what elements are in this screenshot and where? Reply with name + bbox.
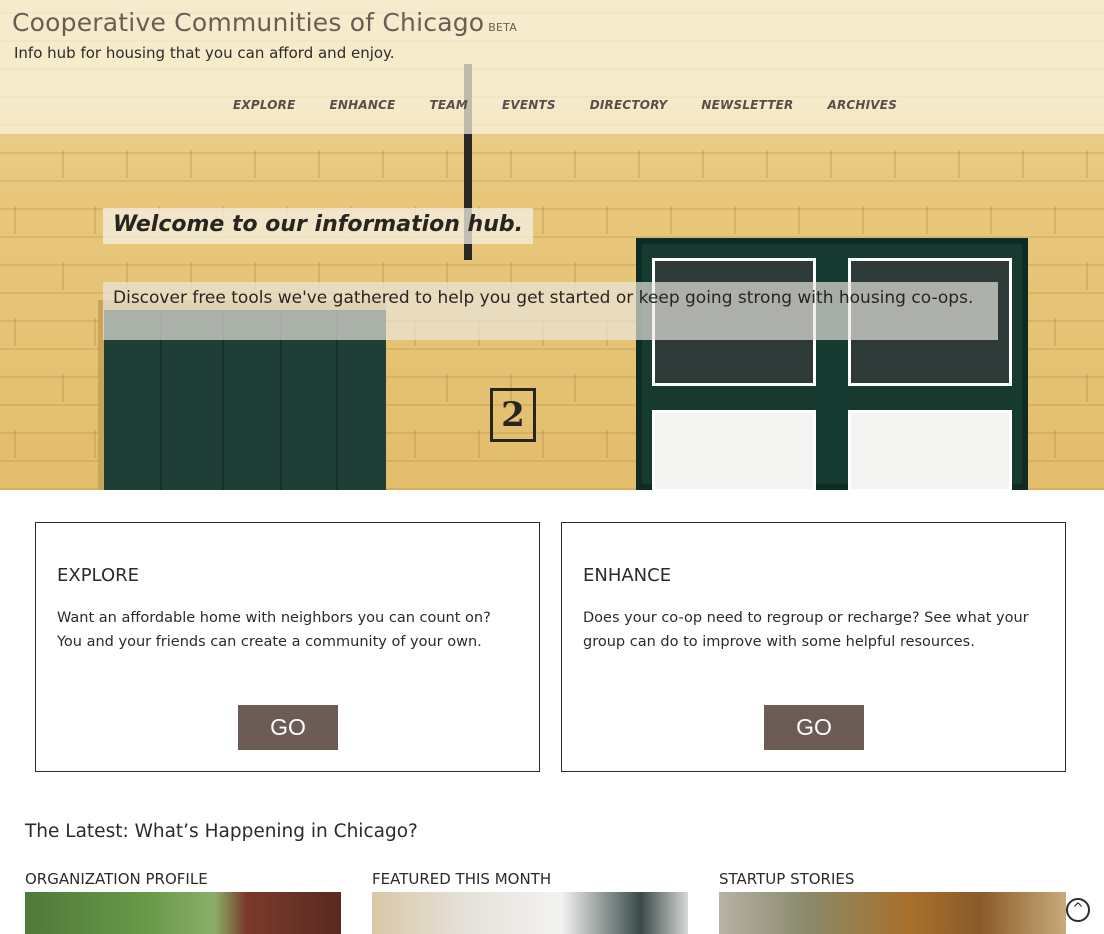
explore-card: EXPLORE Want an affordable home with nei…: [35, 522, 540, 772]
explore-go-button[interactable]: GO: [238, 705, 338, 750]
card-body: Does your co-op need to regroup or recha…: [583, 610, 1029, 650]
house-number-plaque: 2: [490, 388, 536, 442]
card-title: EXPLORE: [57, 565, 139, 586]
featured-image[interactable]: [372, 892, 688, 934]
column-label-organization-profile: ORGANIZATION PROFILE: [25, 870, 208, 888]
main-nav: EXPLORE ENHANCE TEAM EVENTS DIRECTORY NE…: [233, 98, 931, 112]
site-title-text[interactable]: Cooperative Communities of Chicago: [12, 8, 484, 37]
enhance-go-button[interactable]: GO: [764, 705, 864, 750]
column-label-startup-stories: STARTUP STORIES: [719, 870, 855, 888]
hero-subtext: Discover free tools we've gathered to he…: [103, 282, 998, 340]
window: [636, 238, 1028, 490]
nav-item-team[interactable]: TEAM: [430, 98, 468, 112]
latest-heading: The Latest: What’s Happening in Chicago?: [25, 821, 418, 842]
chevron-up-circle-icon[interactable]: ^: [1066, 898, 1090, 922]
nav-item-enhance[interactable]: ENHANCE: [330, 98, 396, 112]
hero-heading: Welcome to our information hub.: [103, 208, 533, 244]
startup-stories-image[interactable]: [719, 892, 1066, 934]
column-label-featured: FEATURED THIS MONTH: [372, 870, 552, 888]
enhance-card: ENHANCE Does your co-op need to regroup …: [561, 522, 1066, 772]
organization-profile-image[interactable]: [25, 892, 341, 934]
nav-item-directory[interactable]: DIRECTORY: [590, 98, 668, 112]
nav-item-events[interactable]: EVENTS: [502, 98, 556, 112]
site-title[interactable]: Cooperative Communities of Chicago BETA: [12, 8, 517, 37]
card-title: ENHANCE: [583, 565, 672, 586]
nav-item-explore[interactable]: EXPLORE: [233, 98, 296, 112]
hero-banner: 2 Cooperative Communities of Chicago BETA…: [0, 0, 1104, 490]
beta-badge: BETA: [488, 21, 517, 34]
nav-item-newsletter[interactable]: NEWSLETTER: [701, 98, 793, 112]
brick-texture: [0, 150, 1104, 178]
card-body: Want an affordable home with neighbors y…: [57, 610, 491, 650]
nav-item-archives[interactable]: ARCHIVES: [827, 98, 897, 112]
site-tagline: Info hub for housing that you can afford…: [14, 44, 395, 62]
